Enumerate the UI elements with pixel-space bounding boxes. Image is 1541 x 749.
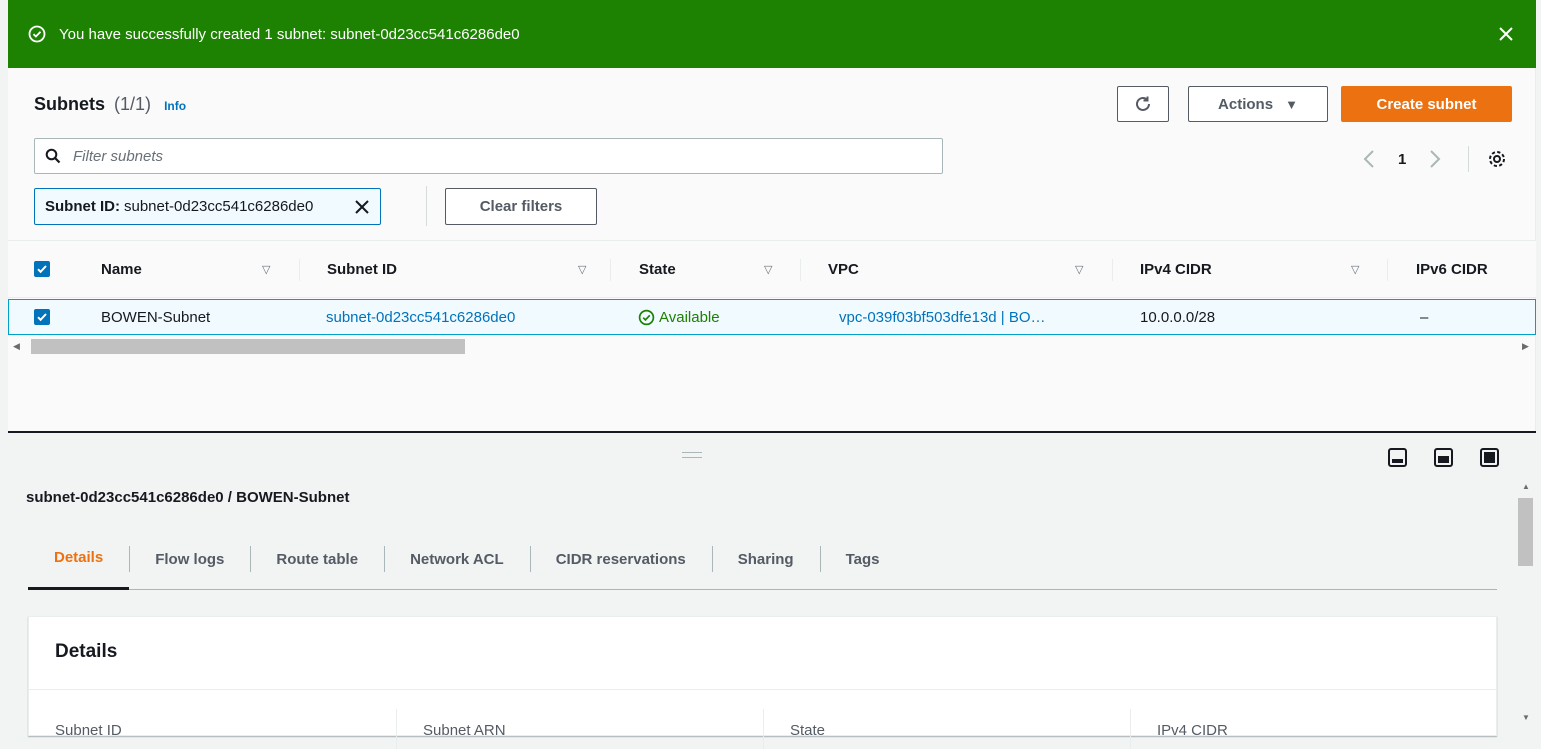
panel-full-icon[interactable] bbox=[1480, 448, 1499, 467]
column-header-ipv4-cidr[interactable]: IPv4 CIDR bbox=[1140, 261, 1212, 278]
cell-state: Available bbox=[638, 309, 720, 326]
filter-subnets-input[interactable] bbox=[71, 146, 942, 166]
cell-ipv4-cidr: 10.0.0.0/28 bbox=[1140, 308, 1216, 326]
tab-tags[interactable]: Tags bbox=[819, 528, 906, 590]
panel-bottom-icon[interactable] bbox=[1388, 448, 1407, 467]
remove-filter-icon[interactable] bbox=[354, 199, 370, 215]
column-divider bbox=[1130, 709, 1131, 749]
clear-filters-button[interactable]: Clear filters bbox=[445, 188, 597, 225]
detail-title: subnet-0d23cc541c6286de0 / BOWEN-Subnet bbox=[26, 489, 350, 506]
cell-ipv6-cidr: – bbox=[1420, 308, 1429, 326]
column-divider[interactable] bbox=[800, 259, 801, 281]
flash-message: You have successfully created 1 subnet: … bbox=[59, 25, 520, 43]
create-subnet-button[interactable]: Create subnet bbox=[1341, 86, 1512, 122]
chevron-left-icon[interactable] bbox=[1360, 148, 1378, 170]
success-check-icon bbox=[28, 25, 46, 43]
checkbox-checked-icon bbox=[34, 309, 50, 325]
divider bbox=[29, 689, 1496, 690]
sort-icon[interactable]: ▽ bbox=[764, 263, 772, 276]
table-header: Name ▽ Subnet ID ▽ State ▽ VPC ▽ IPv4 CI… bbox=[8, 240, 1536, 298]
scroll-down-icon[interactable]: ▼ bbox=[1522, 713, 1530, 722]
column-divider[interactable] bbox=[1387, 259, 1388, 281]
column-divider bbox=[396, 709, 397, 749]
detail-tabs: Details Flow logs Route table Network AC… bbox=[28, 528, 1497, 590]
cell-name: BOWEN-Subnet bbox=[101, 308, 211, 326]
sort-icon[interactable]: ▽ bbox=[1075, 263, 1083, 276]
panel-half-icon[interactable] bbox=[1434, 448, 1453, 467]
info-link[interactable]: Info bbox=[164, 99, 186, 113]
tab-flow-logs[interactable]: Flow logs bbox=[129, 528, 250, 590]
scroll-right-icon[interactable]: ▶ bbox=[1522, 341, 1529, 352]
clear-filters-label: Clear filters bbox=[479, 198, 563, 215]
subnets-table: Name ▽ Subnet ID ▽ State ▽ VPC ▽ IPv4 CI… bbox=[8, 240, 1536, 335]
column-header-ipv6-cidr[interactable]: IPv6 CIDR bbox=[1416, 261, 1488, 278]
details-card-title: Details bbox=[55, 641, 118, 662]
search-icon bbox=[45, 148, 61, 164]
column-divider bbox=[763, 709, 764, 749]
success-flash-banner: You have successfully created 1 subnet: … bbox=[8, 0, 1536, 68]
available-check-icon bbox=[638, 309, 655, 326]
cell-subnet-id-link[interactable]: subnet-0d23cc541c6286de0 bbox=[326, 309, 515, 326]
row-checkbox[interactable] bbox=[34, 309, 50, 325]
column-header-vpc[interactable]: VPC bbox=[828, 261, 859, 278]
pagination: 1 bbox=[1360, 146, 1507, 172]
subnets-count: (1/1) bbox=[114, 94, 152, 114]
horizontal-scrollbar[interactable]: ◀ ▶ bbox=[8, 337, 1536, 355]
tab-route-table[interactable]: Route table bbox=[250, 528, 384, 590]
chevron-right-icon[interactable] bbox=[1426, 148, 1444, 170]
column-header-state[interactable]: State bbox=[639, 261, 676, 278]
field-label-subnet-id: Subnet ID bbox=[55, 722, 122, 739]
tab-details[interactable]: Details bbox=[28, 528, 130, 590]
field-label-state: State bbox=[790, 722, 826, 739]
filter-token: Subnet ID: subnet-0d23cc541c6286de0 bbox=[34, 188, 381, 225]
subnets-list-panel: Subnets (1/1) Info Actions ▼ Create subn… bbox=[8, 68, 1536, 431]
filter-token-label: Subnet ID: bbox=[45, 198, 120, 215]
scroll-left-icon[interactable]: ◀ bbox=[13, 341, 20, 352]
select-all-checkbox[interactable] bbox=[34, 261, 50, 277]
drag-handle-icon[interactable] bbox=[682, 452, 702, 458]
details-card: Details Subnet ID Subnet ARN State IPv4 … bbox=[28, 616, 1497, 749]
tab-sharing[interactable]: Sharing bbox=[711, 528, 820, 590]
filter-token-value: subnet-0d23cc541c6286de0 bbox=[124, 198, 314, 215]
gear-icon[interactable] bbox=[1487, 149, 1507, 169]
column-divider[interactable] bbox=[610, 259, 611, 281]
column-divider[interactable] bbox=[299, 259, 300, 281]
subnets-title: Subnets bbox=[34, 94, 106, 114]
column-divider[interactable] bbox=[1112, 259, 1113, 281]
cell-vpc-link[interactable]: vpc-039f03bf503dfe13d | BO… bbox=[839, 309, 1046, 326]
details-split-panel: subnet-0d23cc541c6286de0 / BOWEN-Subnet … bbox=[8, 433, 1536, 749]
pagination-divider bbox=[1468, 146, 1470, 172]
caret-down-icon: ▼ bbox=[1285, 96, 1298, 112]
column-header-subnet-id[interactable]: Subnet ID bbox=[327, 261, 397, 278]
table-row[interactable]: BOWEN-Subnet subnet-0d23cc541c6286de0 Av… bbox=[8, 299, 1536, 335]
sort-icon[interactable]: ▽ bbox=[1351, 263, 1359, 276]
actions-button[interactable]: Actions ▼ bbox=[1188, 86, 1328, 122]
tab-network-acl[interactable]: Network ACL bbox=[384, 528, 530, 590]
column-header-name[interactable]: Name bbox=[101, 261, 142, 278]
refresh-button[interactable] bbox=[1117, 86, 1169, 122]
scroll-up-icon[interactable]: ▲ bbox=[1522, 482, 1530, 491]
page-title: Subnets (1/1) Info bbox=[34, 94, 186, 115]
filter-search-box bbox=[34, 138, 943, 174]
scrollbar-thumb[interactable] bbox=[31, 339, 465, 354]
field-label-subnet-arn: Subnet ARN bbox=[423, 722, 506, 739]
checkbox-checked-icon bbox=[34, 261, 50, 277]
sort-icon[interactable]: ▽ bbox=[262, 263, 270, 276]
tab-cidr-reservations[interactable]: CIDR reservations bbox=[529, 528, 712, 590]
actions-label: Actions bbox=[1218, 95, 1274, 113]
create-subnet-label: Create subnet bbox=[1376, 95, 1477, 113]
scrollbar-thumb[interactable] bbox=[1518, 498, 1533, 566]
refresh-icon bbox=[1134, 95, 1152, 113]
vertical-scrollbar[interactable]: ▲ ▼ bbox=[1517, 480, 1534, 730]
field-label-ipv4-cidr: IPv4 CIDR bbox=[1157, 722, 1228, 739]
page-number[interactable]: 1 bbox=[1398, 151, 1406, 168]
sort-icon[interactable]: ▽ bbox=[578, 263, 586, 276]
panel-layout-controls bbox=[1388, 448, 1499, 467]
state-label: Available bbox=[659, 308, 720, 326]
close-icon[interactable] bbox=[1496, 24, 1516, 44]
filter-divider bbox=[426, 186, 427, 226]
